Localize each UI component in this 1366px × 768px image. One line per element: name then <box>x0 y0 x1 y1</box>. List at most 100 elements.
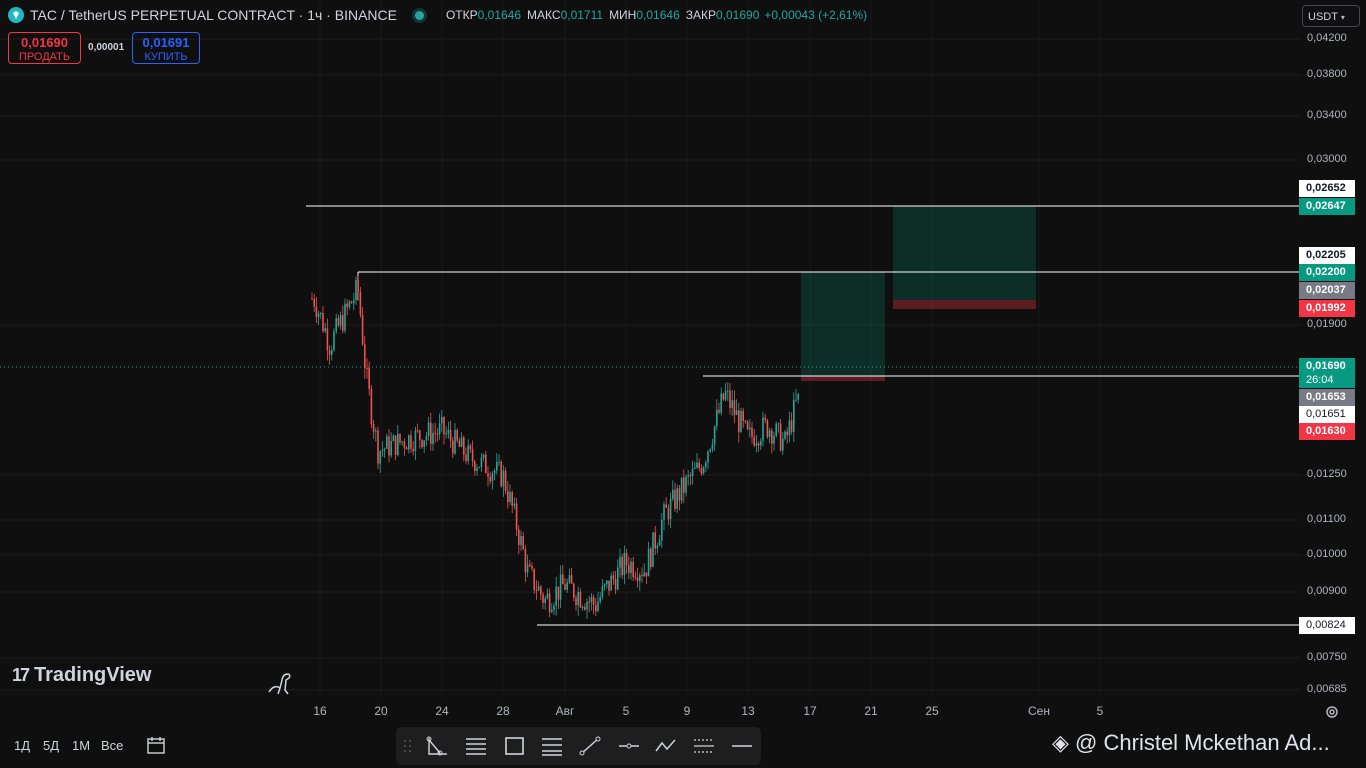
candle-body <box>612 575 615 580</box>
candle-body <box>738 410 740 433</box>
date-range-icon[interactable] <box>146 736 168 756</box>
candle-body <box>403 441 406 448</box>
tac-coin-icon <box>8 7 24 23</box>
candle-body <box>639 574 641 582</box>
settings-gear-icon[interactable] <box>1324 704 1340 720</box>
price-tick: 0,01100 <box>1307 513 1346 525</box>
time-tick: 13 <box>741 704 755 718</box>
candle-body <box>454 430 456 454</box>
candle-body <box>674 489 676 509</box>
candle-body <box>447 430 450 434</box>
time-tick: 17 <box>803 704 817 718</box>
candle-body <box>463 437 465 455</box>
candle-body <box>390 441 392 456</box>
candle-body <box>544 598 546 604</box>
current-price-label: 0,01690 26:04 <box>1299 358 1355 388</box>
candle-body <box>445 433 447 435</box>
candle-body <box>608 580 610 591</box>
candle-body <box>711 444 714 450</box>
candle-body <box>502 470 505 487</box>
candle-body <box>731 400 733 408</box>
candle-body <box>597 601 599 612</box>
candle-body <box>320 312 322 314</box>
candle-body <box>636 577 639 582</box>
drag-handle-icon[interactable] <box>402 735 414 757</box>
range-5d-button[interactable]: 5Д <box>43 738 59 753</box>
drawing-toolbar <box>396 727 761 765</box>
price-tick: 0,00750 <box>1307 651 1347 663</box>
market-status-icon <box>414 10 424 20</box>
candle-body <box>377 430 379 464</box>
range-1m-button[interactable]: 1М <box>72 738 90 753</box>
candle-body <box>350 301 353 304</box>
candle-body <box>702 467 705 474</box>
candle-body <box>394 435 397 456</box>
candle-body <box>427 422 430 437</box>
candle-body <box>476 467 478 471</box>
range-all-button[interactable]: Все <box>101 738 123 753</box>
price-label: 0,01992 <box>1299 300 1355 317</box>
candle-body <box>425 436 428 441</box>
candle-body <box>414 430 417 451</box>
candle-body <box>592 597 595 606</box>
trend-line-icon[interactable] <box>578 735 602 757</box>
candle-body <box>645 572 648 577</box>
candle-body <box>793 399 795 432</box>
candle-body <box>368 368 370 389</box>
candle-body <box>700 467 703 474</box>
tradingview-logo[interactable]: 17 TradingView <box>12 664 151 687</box>
candle-body <box>436 433 439 435</box>
candle-body <box>370 388 373 425</box>
candle-body <box>566 582 568 590</box>
candle-body <box>647 548 650 577</box>
candle-body <box>568 575 571 583</box>
spread-value: 0,00001 <box>88 42 125 53</box>
sell-button[interactable]: 0,01690 ПРОДАТЬ <box>8 32 81 64</box>
candle-body <box>542 594 544 604</box>
candle-body <box>665 504 667 508</box>
candle-body <box>491 473 494 482</box>
price-chart[interactable] <box>0 0 1300 730</box>
dino-mascot-icon <box>268 673 291 695</box>
fib-retracement-icon[interactable] <box>540 735 564 757</box>
candle-body <box>434 432 436 434</box>
candle-body <box>663 504 665 521</box>
buy-button[interactable]: 0,01691 КУПИТЬ <box>132 32 200 64</box>
candle-body <box>746 421 749 430</box>
candle-body <box>788 420 791 436</box>
symbol-title[interactable]: TAC / TetherUS PERPETUAL CONTRACT · 1ч ·… <box>30 7 397 23</box>
candle-body <box>515 503 518 530</box>
rectangle-tool-icon[interactable] <box>503 735 527 757</box>
horizontal-line-icon[interactable] <box>730 735 754 757</box>
candle-body <box>676 488 678 509</box>
candle-body <box>467 445 469 461</box>
candle-body <box>630 561 632 574</box>
long-position-icon[interactable] <box>692 735 716 757</box>
price-label: 0,02205 <box>1299 247 1355 264</box>
candle-body <box>570 575 573 584</box>
candle-body <box>480 457 483 467</box>
candle-body <box>531 566 533 569</box>
candle-body <box>342 315 344 331</box>
target-zone <box>801 272 885 376</box>
candle-body <box>559 574 562 600</box>
candle-body <box>375 430 377 432</box>
parallel-channel-icon[interactable] <box>464 735 488 757</box>
time-tick: 9 <box>683 704 691 718</box>
candle-body <box>564 584 566 590</box>
trend-angle-tool-icon[interactable] <box>426 735 450 757</box>
candle-body <box>786 431 788 436</box>
candle-body <box>526 564 529 573</box>
candle-body <box>331 350 333 355</box>
candle-body <box>324 328 326 332</box>
candle-body <box>485 454 487 474</box>
horizontal-ray-icon[interactable] <box>617 735 641 757</box>
path-tool-icon[interactable] <box>654 735 678 757</box>
candle-body <box>313 298 315 307</box>
candle-body <box>790 420 793 432</box>
range-1d-button[interactable]: 1Д <box>14 738 30 753</box>
candle-body <box>744 420 747 422</box>
candle-body <box>784 431 786 439</box>
chart-header: TAC / TetherUS PERPETUAL CONTRACT · 1ч ·… <box>0 0 1300 32</box>
candle-body <box>553 605 555 611</box>
